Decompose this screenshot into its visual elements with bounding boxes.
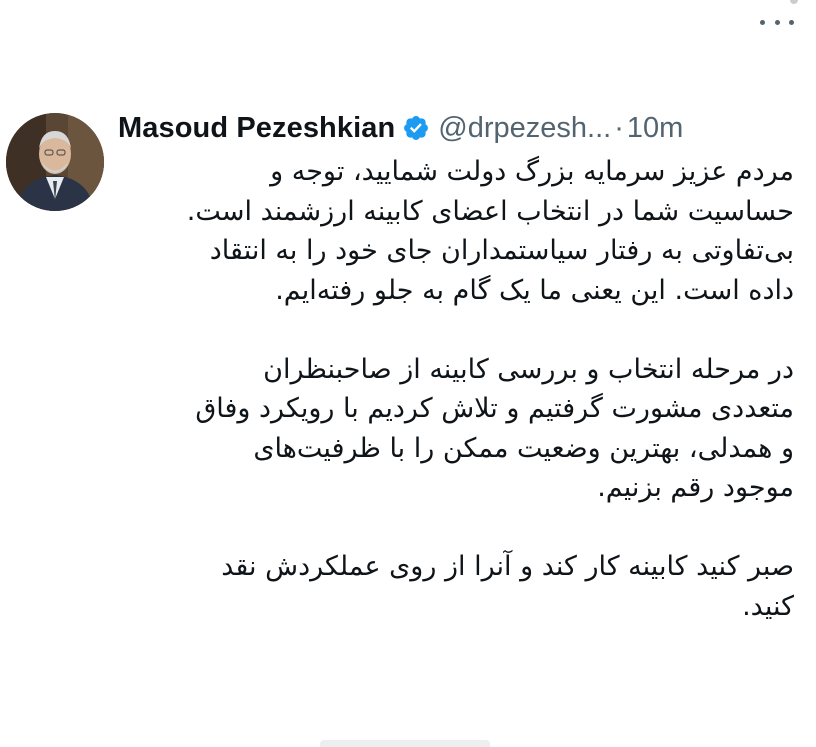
separator-dot: · bbox=[614, 111, 624, 144]
tweet-screenshot: Masoud Pezeshkian @drpezesh... · 10m مرد… bbox=[0, 0, 816, 747]
tweet-line: حساسیت شما در انتخاب اعضای کابینه ارزشمن… bbox=[186, 195, 794, 227]
timestamp[interactable]: 10m bbox=[627, 112, 683, 145]
tweet-line: متعددی مشورت گرفتیم و تلاش کردیم با رویک… bbox=[195, 393, 794, 424]
avatar-photo bbox=[6, 113, 104, 211]
author-name[interactable]: Masoud Pezeshkian bbox=[118, 112, 395, 145]
more-options-icon[interactable] bbox=[760, 10, 794, 34]
more-dot bbox=[789, 19, 794, 25]
author-handle[interactable]: @drpezesh... bbox=[438, 112, 611, 145]
tweet-paragraph: در مرحله انتخاب و بررسی کابینه از صاحبنظ… bbox=[120, 350, 794, 508]
tweet-line: در مرحله انتخاب و بررسی کابینه از صاحبنظ… bbox=[263, 353, 794, 385]
tweet-line: بی‌تفاوتی به رفتار سیاستمداران جای خود ر… bbox=[209, 235, 794, 266]
avatar[interactable] bbox=[6, 113, 104, 211]
more-dot bbox=[760, 19, 765, 25]
tweet-line: صبر کنید کابینه کار کند و آنرا از روی عم… bbox=[221, 551, 794, 582]
tweet-paragraph: صبر کنید کابینه کار کند و آنرا از روی عم… bbox=[120, 547, 794, 626]
verified-badge-icon[interactable] bbox=[402, 114, 430, 142]
tweet-paragraph: مردم عزیز سرمایه بزرگ دولت شمایید، توجه … bbox=[120, 152, 794, 310]
tweet-line: داده است. این یعنی ما یک گام به جلو رفته… bbox=[275, 274, 794, 306]
more-dot bbox=[774, 19, 780, 25]
tweet-line: مردم عزیز سرمایه بزرگ دولت شمایید، توجه … bbox=[270, 156, 794, 187]
tweet-header: Masoud Pezeshkian @drpezesh... · 10m bbox=[118, 106, 806, 150]
bottom-edge-fragment bbox=[320, 740, 490, 747]
tweet-line: موجود رقم بزنیم. bbox=[597, 472, 794, 503]
tweet-line: و همدلی، بهترین وضعیت ممکن را با ظرفیت‌ه… bbox=[253, 432, 794, 464]
tweet-line: کنید. bbox=[742, 590, 794, 622]
tweet[interactable]: Masoud Pezeshkian @drpezesh... · 10m مرد… bbox=[0, 0, 816, 747]
tweet-text: مردم عزیز سرمایه بزرگ دولت شمایید، توجه … bbox=[120, 152, 794, 626]
